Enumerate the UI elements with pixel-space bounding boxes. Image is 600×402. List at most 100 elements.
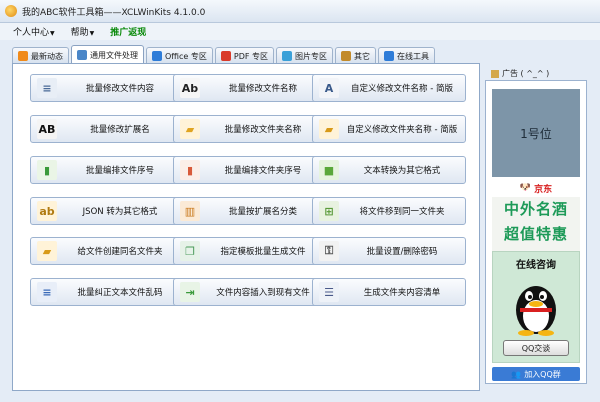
tool-button[interactable]: AB 批量修改扩展名 <box>30 115 184 143</box>
tool-button[interactable]: ⊞ 将文件移到同一文件夹 <box>312 197 466 225</box>
tab-6[interactable]: 在线工具 <box>378 47 436 64</box>
tool-button-label: 批量修改扩展名 <box>90 125 150 135</box>
tab-label: PDF 专区 <box>233 51 269 61</box>
tab-icon <box>282 51 293 61</box>
letter-a-icon: A <box>319 78 339 98</box>
ad-slot-1[interactable]: 1号位 <box>492 89 580 177</box>
tool-button[interactable]: ■ 文本转换为其它格式 <box>312 156 466 184</box>
tool-button-label: 批量修改文件名称 <box>228 84 297 94</box>
ad-panel: 1号位 🐶 京东 中外名酒 超值特惠 在线咨询 QQ交谈 👥 加入QQ群 <box>485 80 587 384</box>
tool-button[interactable]: ≡ 批量修改文件内容 <box>30 74 184 102</box>
chevron-down-icon: ▼ <box>50 30 55 37</box>
menu-item-0[interactable]: 个人中心▼ <box>10 24 58 39</box>
tab-label: 通用文件处理 <box>90 50 138 60</box>
qq-group-icon: 👥 <box>511 369 522 379</box>
menu-item-label: 帮助 <box>70 28 89 38</box>
ad-header-label: 广告 ( ^_^ ) <box>502 69 550 78</box>
tool-panel: ≡ 批量修改文件内容 Ab 批量修改文件名称 A 自定义修改文件名称 - 简版 AB 批量修改… <box>12 63 480 391</box>
app-window: 我的ABC软件工具箱——XCLWinKits 4.1.0.0 个人中心▼ 帮助▼ 推… <box>0 0 600 402</box>
tool-button-label: 生成文件夹内容清单 <box>363 288 441 298</box>
doc-insert-icon: ⇥ <box>180 282 200 302</box>
menu-item-label: 推广返现 <box>110 28 147 38</box>
tab-4[interactable]: 图片专区 <box>276 47 334 64</box>
tab-0[interactable]: 最新动态 <box>12 47 69 64</box>
tool-button-label: JSON 转为其它格式 <box>82 207 158 217</box>
tool-button[interactable]: A 自定义修改文件名称 - 简版 <box>312 74 466 102</box>
bar-chart-icon: ▮ <box>37 160 57 180</box>
ad-header-icon <box>491 69 499 78</box>
lock-key-icon: ⚿ <box>319 241 339 261</box>
tab-icon <box>341 51 352 61</box>
text-pen-icon: Ab <box>180 78 200 98</box>
tool-button-label: 批量修改文件内容 <box>85 84 154 94</box>
tool-button-label: 批量修改文件夹名称 <box>224 125 302 135</box>
tab-strip: 最新动态 通用文件处理 Office 专区 PDF 专区 图片专区 其它 在线工具 <box>12 45 437 64</box>
app-logo-icon <box>5 5 17 17</box>
tool-button-label: 指定模板批量生成文件 <box>220 247 306 257</box>
menu-item-1[interactable]: 帮助▼ <box>68 24 98 39</box>
tool-button[interactable]: ab JSON 转为其它格式 <box>30 197 184 225</box>
tab-icon <box>18 51 28 61</box>
qq-penguin-icon <box>516 286 556 336</box>
qq-chat-button[interactable]: QQ交谈 <box>503 340 569 356</box>
wine-ad[interactable]: 中外名酒 超值特惠 <box>492 197 580 251</box>
folder-gear-icon: ▰ <box>319 119 339 139</box>
tool-button[interactable]: ⚿ 批量设置/删除密码 <box>312 237 466 265</box>
tool-button-label: 批量编排文件夹序号 <box>224 166 302 176</box>
tool-button[interactable]: ▰ 给文件创建同名文件夹 <box>30 237 184 265</box>
jd-label: 京东 <box>534 184 553 195</box>
ad-slot-1-label: 1号位 <box>520 126 552 141</box>
tool-button[interactable]: ≡ 批量纠正文本文件乱码 <box>30 278 184 306</box>
tab-1[interactable]: 通用文件处理 <box>71 45 144 64</box>
qq-group-label: 加入QQ群 <box>524 369 561 379</box>
online-consult: 在线咨询 QQ交谈 <box>492 251 580 363</box>
document-edit-icon: ≡ <box>37 78 57 98</box>
tool-button[interactable]: ▥ 批量按扩展名分类 <box>173 197 327 225</box>
tool-button[interactable]: ⇥ 文件内容插入到现有文件 <box>173 278 327 306</box>
ad-header: 广告 ( ^_^ ) <box>485 67 587 80</box>
tool-button-label: 给文件创建同名文件夹 <box>77 247 163 257</box>
window-title: 我的ABC软件工具箱——XCLWinKits 4.1.0.0 <box>22 7 206 18</box>
tool-button-label: 批量纠正文本文件乱码 <box>77 288 163 298</box>
tool-button-label: 文件内容插入到现有文件 <box>216 288 310 298</box>
tool-button[interactable]: ❐ 指定模板批量生成文件 <box>173 237 327 265</box>
jd-logo-icon: 🐶 <box>519 183 532 193</box>
tool-button-label: 自定义修改文件名称 - 简版 <box>351 84 453 94</box>
tool-button-label: 批量设置/删除密码 <box>366 247 438 257</box>
template-copy-icon: ❐ <box>180 241 200 261</box>
tool-button[interactable]: ☰ 生成文件夹内容清单 <box>312 278 466 306</box>
consult-title: 在线咨询 <box>516 260 556 271</box>
tool-button-label: 批量编排文件序号 <box>85 166 154 176</box>
menu-item-2[interactable]: 推广返现 <box>107 24 149 39</box>
join-qq-group-button[interactable]: 👥 加入QQ群 <box>492 367 580 381</box>
tool-button-label: 文本转换为其它格式 <box>363 166 441 176</box>
tab-label: 其它 <box>354 51 371 61</box>
books-icon: ▥ <box>180 201 200 221</box>
tab-icon <box>384 51 395 61</box>
ab-convert-icon: ab <box>37 201 57 221</box>
tab-label: 在线工具 <box>397 51 430 61</box>
tab-icon <box>77 50 87 60</box>
list-icon: ☰ <box>319 282 339 302</box>
tab-2[interactable]: Office 专区 <box>146 47 213 64</box>
tab-label: 最新动态 <box>31 51 63 61</box>
menu-item-label: 个人中心 <box>13 28 50 38</box>
text-fix-icon: ≡ <box>37 282 57 302</box>
title-bar[interactable]: 我的ABC软件工具箱——XCLWinKits 4.1.0.0 <box>0 0 600 23</box>
green-blocks-icon: ■ <box>319 160 339 180</box>
tool-button[interactable]: ▰ 批量修改文件夹名称 <box>173 115 327 143</box>
tool-button[interactable]: ▰ 自定义修改文件夹名称 - 简版 <box>312 115 466 143</box>
wine-ad-line2: 超值特惠 <box>503 225 568 243</box>
tab-label: 图片专区 <box>295 51 328 61</box>
tab-5[interactable]: 其它 <box>335 47 377 64</box>
tool-button-label: 自定义修改文件夹名称 - 简版 <box>346 125 458 135</box>
folder-open-icon: ▰ <box>180 119 200 139</box>
tab-label: Office 专区 <box>165 51 207 61</box>
tab-3[interactable]: PDF 专区 <box>214 47 275 64</box>
jd-banner[interactable]: 🐶 京东 <box>492 179 580 197</box>
wine-ad-line1: 中外名酒 <box>503 200 568 218</box>
tool-button[interactable]: Ab 批量修改文件名称 <box>173 74 327 102</box>
tool-button[interactable]: ▮ 批量编排文件夹序号 <box>173 156 327 184</box>
ab-text-icon: AB <box>37 119 57 139</box>
tool-button[interactable]: ▮ 批量编排文件序号 <box>30 156 184 184</box>
